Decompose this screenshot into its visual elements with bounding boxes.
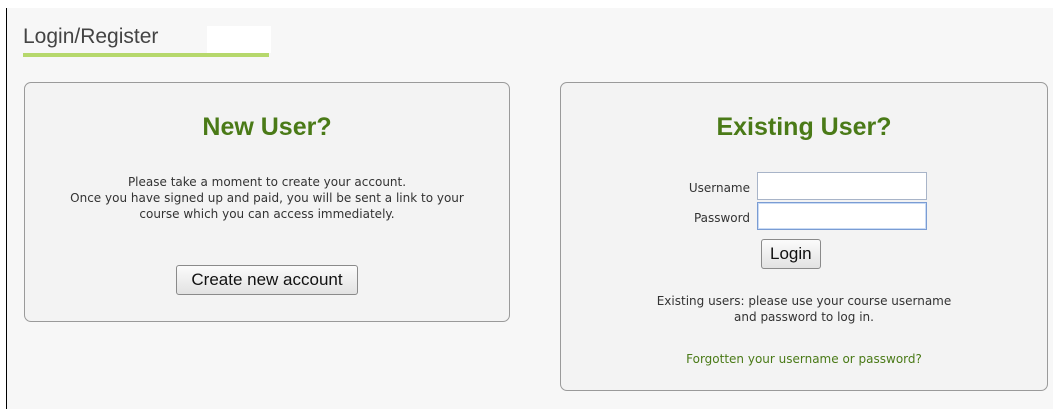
password-label: Password — [693, 211, 750, 225]
new-user-panel: New User? Please take a moment to create… — [24, 82, 510, 322]
password-row: Password — [561, 202, 1047, 232]
new-user-description-line: Please take a moment to create your acco… — [127, 175, 407, 189]
username-input[interactable] — [757, 172, 927, 200]
login-help-text: Existing users: please use your course u… — [561, 293, 1047, 325]
new-user-description: Please take a moment to create your acco… — [25, 174, 509, 222]
create-new-account-button[interactable]: Create new account — [176, 265, 358, 295]
create-account-button-wrap: Create new account — [25, 265, 509, 295]
username-row: Username — [561, 172, 1047, 202]
login-button[interactable]: Login — [761, 239, 821, 269]
login-register-page: Login/Register New User? Please take a m… — [7, 8, 1053, 409]
new-user-heading: New User? — [202, 113, 332, 141]
username-label: Username — [688, 181, 750, 195]
existing-user-heading: Existing User? — [716, 113, 892, 141]
title-underline — [23, 53, 269, 57]
login-help-line: and password to log in. — [734, 310, 874, 324]
existing-user-panel: Existing User? Username Password Login E… — [560, 82, 1048, 391]
new-user-description-line: course which you can access immediately. — [139, 207, 395, 221]
forgot-credentials-link[interactable]: Forgotten your username or password? — [561, 351, 1047, 367]
login-help-line: Existing users: please use your course u… — [656, 294, 952, 308]
new-user-description-line: Once you have signed up and paid, you wi… — [70, 191, 464, 205]
password-input[interactable] — [757, 202, 927, 230]
page-title: Login/Register — [23, 25, 159, 48]
title-tab-background — [207, 26, 271, 53]
